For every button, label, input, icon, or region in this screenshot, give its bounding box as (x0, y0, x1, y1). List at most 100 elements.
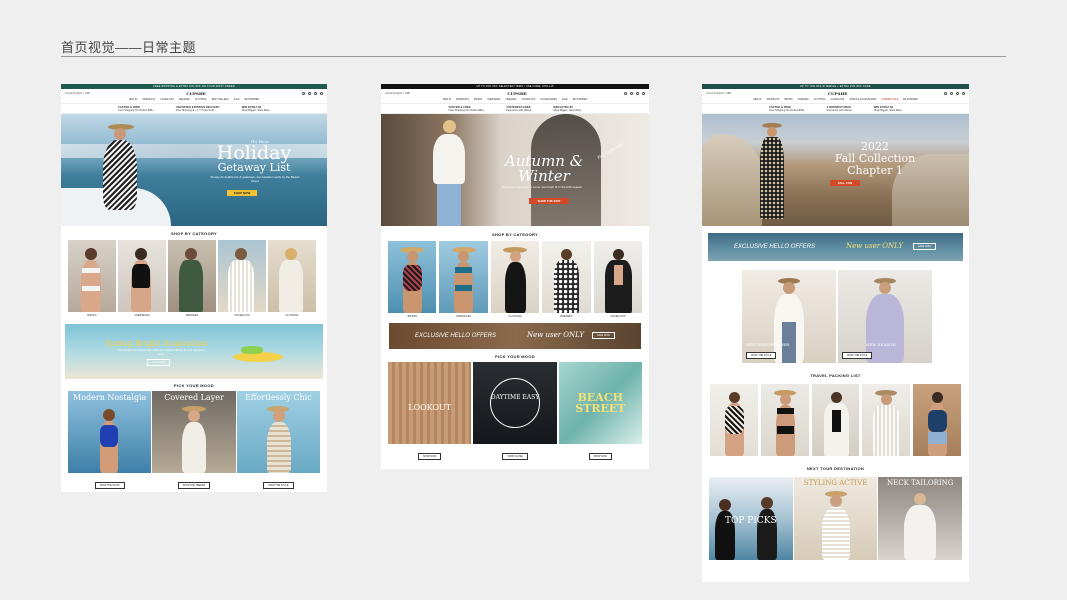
mood-cta-button[interactable]: SHOP CLOSE (502, 453, 528, 460)
nav-item[interactable]: BE INSPIRED (903, 99, 918, 101)
brand-logo[interactable]: CUPSHE (507, 91, 526, 96)
offer-left-text: EXCLUSIVE HELLO OFFERS (415, 333, 497, 339)
nav-item[interactable]: BIKINIS (785, 99, 793, 101)
nav-item[interactable]: SWIMSUITS (142, 99, 155, 101)
mood-title: Covered Layer (164, 393, 224, 402)
hero-cta-button[interactable]: SHOP NOW (227, 190, 257, 196)
category-grid: BIKINIS ONEPIECES DRESSES COVER-UPS CLOT… (61, 240, 327, 317)
nav-item[interactable]: SALE (234, 99, 240, 101)
nav-item[interactable]: COVER-UPS (522, 99, 536, 101)
brand-logo[interactable]: CUPSHE (186, 91, 205, 96)
mood-cta-button[interactable]: SHOP THE TRENDS (177, 482, 211, 489)
featured-cta-button[interactable]: SHOP THE STYLE (746, 352, 777, 359)
search-icon[interactable] (944, 91, 947, 95)
nav-item[interactable]: NEW IN (753, 99, 761, 101)
nav-item[interactable]: SALE (562, 99, 568, 101)
mood-tile[interactable]: Covered Layer SHOP THE TRENDS (152, 391, 236, 491)
category-tile-clothing[interactable]: CLOTHING (268, 240, 316, 317)
offer-cta-button[interactable]: SAVE NOW (592, 332, 615, 339)
nav-item[interactable]: ONEPIECES (487, 99, 500, 101)
account-icon[interactable] (950, 91, 953, 95)
featured-title: NEW SEASON (866, 342, 896, 347)
cart-icon[interactable] (642, 91, 645, 95)
offer-cta-button[interactable]: SAVE NOW (913, 243, 936, 250)
section-title-packing: TRAVEL PACKING LIST (810, 373, 861, 378)
nav-item-sale[interactable]: SUMMER SALE (882, 99, 899, 101)
banner-cta-button[interactable]: SHOP NOW (147, 359, 171, 366)
wishlist-icon[interactable] (956, 91, 959, 95)
nav-item[interactable]: CLOTHING (195, 99, 207, 101)
nav-item[interactable]: SWIMSUITS (766, 99, 779, 101)
nav-item[interactable]: BE INSPIRED (245, 99, 260, 101)
account-icon[interactable] (308, 91, 311, 95)
nav-item[interactable]: BE INSPIRED (573, 99, 588, 101)
mood-tile[interactable]: DAYTIME EASY SHOP CLOSE (473, 362, 557, 462)
search-icon[interactable] (624, 91, 627, 95)
nav-item[interactable]: NEW IN (443, 99, 451, 101)
nav-item[interactable]: NEW IN (129, 99, 137, 101)
category-label: DRESSES (560, 315, 573, 318)
destination-tile[interactable]: TOP PICKS (709, 477, 793, 560)
nav-item[interactable]: ACCESSORIES (540, 99, 557, 101)
promo-banner-spring[interactable]: Spring Bright Inspiration Turn heads wit… (65, 324, 323, 379)
cart-icon[interactable] (962, 91, 965, 95)
mood-tile[interactable]: BEACH STREET SHOP NOW (558, 362, 642, 462)
search-icon[interactable] (302, 91, 305, 95)
category-tile-bikinis[interactable]: BIKINIS (388, 241, 437, 318)
hero-cta-button[interactable]: FALL FUN (830, 180, 860, 186)
category-tile-coverups[interactable]: COVER-UPS (218, 240, 266, 317)
nav-item[interactable]: DRESSES (179, 99, 190, 101)
brand-logo[interactable]: CUPSHE (828, 91, 847, 96)
cart-icon[interactable] (320, 91, 323, 95)
category-tile-dresses[interactable]: DRESSES (542, 241, 591, 318)
featured-tile[interactable]: NEW SEASON SHOP THE STYLE (838, 270, 932, 363)
mood-title: BEACH STREET (575, 391, 626, 415)
category-tile-onepieces[interactable]: ONEPIECES (118, 240, 166, 317)
hero-banner[interactable]: Fall Collection Autumn & Winter Treat yo… (381, 114, 649, 226)
mood-cta-button[interactable]: SHOP NOW (418, 453, 442, 460)
featured-cta-button[interactable]: SHOP THE STYLE (842, 352, 873, 359)
mood-cta-button[interactable]: SHOP THE STYLE (263, 482, 294, 489)
category-tile-clothing[interactable]: CLOTHING (490, 241, 540, 318)
mood-cta-button[interactable]: SHOP NOW (588, 453, 612, 460)
packing-tile[interactable] (811, 384, 860, 456)
wishlist-icon[interactable] (314, 91, 317, 95)
destination-tile[interactable]: NECK TAILORING (878, 477, 963, 560)
nav-item[interactable]: BEST SELLERS (212, 99, 229, 101)
packing-tile[interactable] (862, 384, 911, 456)
category-tile-dresses[interactable]: DRESSES (168, 240, 216, 317)
nav-item[interactable]: BIKINIS (474, 99, 482, 101)
region-selector[interactable]: United Kingdom / GBP (385, 92, 410, 95)
offer-left-text: EXCLUSIVE HELLO OFFERS (734, 244, 816, 250)
hero-banner[interactable]: 2022 Fall Collection Chapter 1 FALL FUN (702, 114, 969, 226)
offer-banner[interactable]: EXCLUSIVE HELLO OFFERS New user ONLY SAV… (708, 233, 963, 261)
category-tile-onepieces[interactable]: ONEPIECES (439, 241, 488, 318)
category-tile-coverups[interactable]: COVER-UPS (593, 241, 643, 318)
mood-tile[interactable]: LOOKOUT SHOP NOW (388, 362, 472, 462)
mood-tile[interactable]: Effortlessly Chic SHOP THE STYLE (236, 391, 320, 491)
nav-item[interactable]: DRESSES (798, 99, 809, 101)
nav-item[interactable]: COVER-UPS (831, 99, 845, 101)
account-icon[interactable] (630, 91, 633, 95)
packing-grid (702, 384, 969, 456)
mood-cta-button[interactable]: SHOP THE SUITS (94, 482, 125, 489)
offer-banner[interactable]: EXCLUSIVE HELLO OFFERS New user ONLY SAV… (389, 323, 641, 349)
nav-item[interactable]: COVER-UPS (160, 99, 174, 101)
wishlist-icon[interactable] (636, 91, 639, 95)
nav-item[interactable]: CLOTHING (814, 99, 826, 101)
destination-tile[interactable]: STYLING ACTIVE (793, 477, 878, 560)
hero-banner[interactable]: It's Here Holiday Getaway List Simply do… (61, 114, 327, 226)
region-selector[interactable]: United Kingdom / GBP (65, 92, 90, 95)
category-tile-bikinis[interactable]: BIKINIS (68, 240, 116, 317)
region-selector[interactable]: United Kingdom / GBP (706, 92, 731, 95)
nav-item[interactable]: SHOES & ACCESSORIES (849, 99, 876, 101)
benefit-shipping: FASTER & FREE Free Shipping On Orders $59… (118, 104, 154, 112)
packing-tile[interactable] (913, 384, 961, 456)
featured-tile[interactable]: WESTERN WONDER SHOP THE STYLE (742, 270, 836, 363)
packing-tile[interactable] (760, 384, 809, 456)
nav-item[interactable]: SWIMSUITS (456, 99, 469, 101)
mood-tile[interactable]: Modern Nostalgia SHOP THE SUITS (68, 391, 152, 491)
packing-tile[interactable] (710, 384, 758, 456)
nav-item[interactable]: DRESSES (506, 99, 517, 101)
hero-cta-button[interactable]: SHOP THE EDIT (529, 198, 569, 204)
